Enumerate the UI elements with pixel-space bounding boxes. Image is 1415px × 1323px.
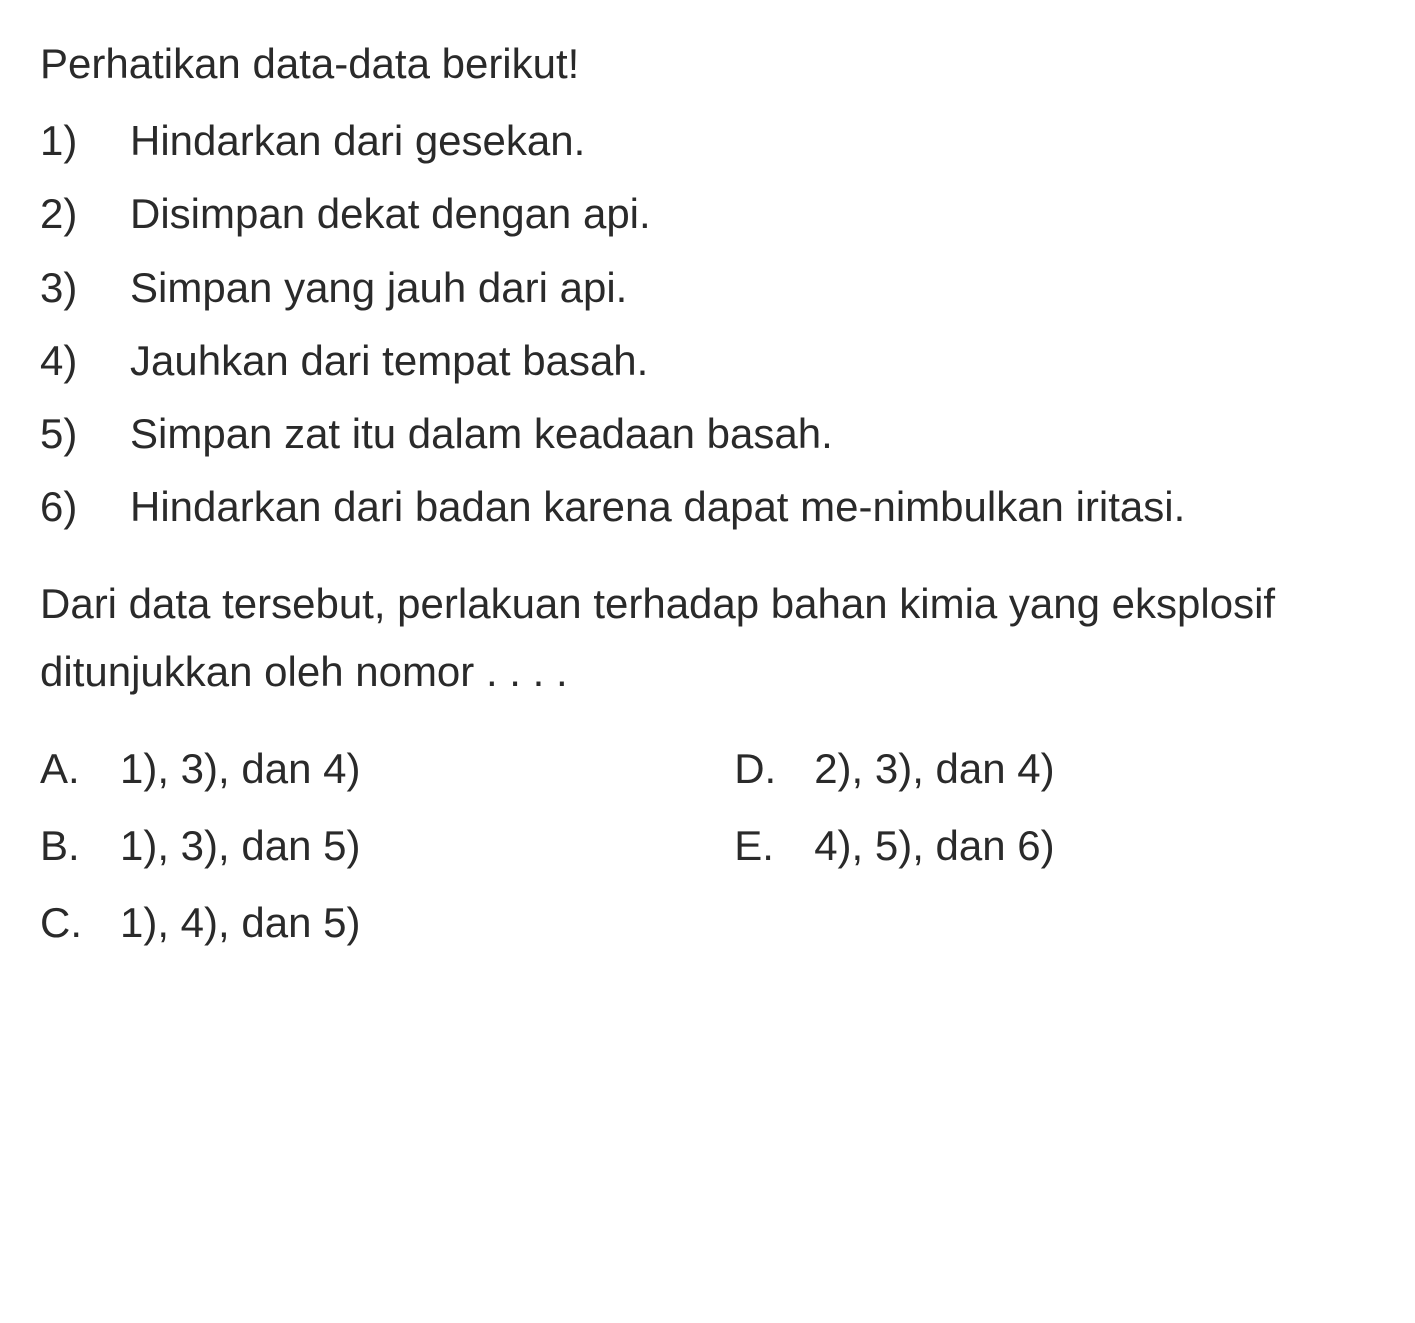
option-letter: D. [734,735,814,802]
statement-list: 1) Hindarkan dari gesekan. 2) Disimpan d… [40,107,1375,540]
list-text: Simpan yang jauh dari api. [130,254,1375,321]
option-e[interactable]: E. 4), 5), dan 6) [734,812,1375,879]
option-text: 1), 4), dan 5) [120,889,360,956]
list-number: 1) [40,107,130,174]
option-a[interactable]: A. 1), 3), dan 4) [40,735,734,802]
option-letter: B. [40,812,120,879]
option-text: 4), 5), dan 6) [814,812,1054,879]
list-number: 2) [40,180,130,247]
options-column-right: D. 2), 3), dan 4) E. 4), 5), dan 6) [734,735,1375,967]
list-item: 3) Simpan yang jauh dari api. [40,254,1375,321]
list-text: Hindarkan dari badan karena dapat me-nim… [130,473,1375,540]
list-text: Jauhkan dari tempat basah. [130,327,1375,394]
list-item: 2) Disimpan dekat dengan api. [40,180,1375,247]
option-letter: A. [40,735,120,802]
list-number: 3) [40,254,130,321]
list-item: 1) Hindarkan dari gesekan. [40,107,1375,174]
option-text: 2), 3), dan 4) [814,735,1054,802]
intro-text: Perhatikan data-data berikut! [40,30,1375,97]
option-c[interactable]: C. 1), 4), dan 5) [40,889,734,956]
option-d[interactable]: D. 2), 3), dan 4) [734,735,1375,802]
option-letter: C. [40,889,120,956]
list-number: 6) [40,473,130,540]
list-text: Hindarkan dari gesekan. [130,107,1375,174]
list-item: 5) Simpan zat itu dalam keadaan basah. [40,400,1375,467]
option-b[interactable]: B. 1), 3), dan 5) [40,812,734,879]
list-number: 5) [40,400,130,467]
list-item: 4) Jauhkan dari tempat basah. [40,327,1375,394]
question-text: Dari data tersebut, perlakuan terhadap b… [40,570,1375,704]
list-number: 4) [40,327,130,394]
list-item: 6) Hindarkan dari badan karena dapat me-… [40,473,1375,540]
option-text: 1), 3), dan 5) [120,812,360,879]
option-text: 1), 3), dan 4) [120,735,360,802]
list-text: Disimpan dekat dengan api. [130,180,1375,247]
options-column-left: A. 1), 3), dan 4) B. 1), 3), dan 5) C. 1… [40,735,734,967]
options-container: A. 1), 3), dan 4) B. 1), 3), dan 5) C. 1… [40,735,1375,967]
list-text: Simpan zat itu dalam keadaan basah. [130,400,1375,467]
option-letter: E. [734,812,814,879]
